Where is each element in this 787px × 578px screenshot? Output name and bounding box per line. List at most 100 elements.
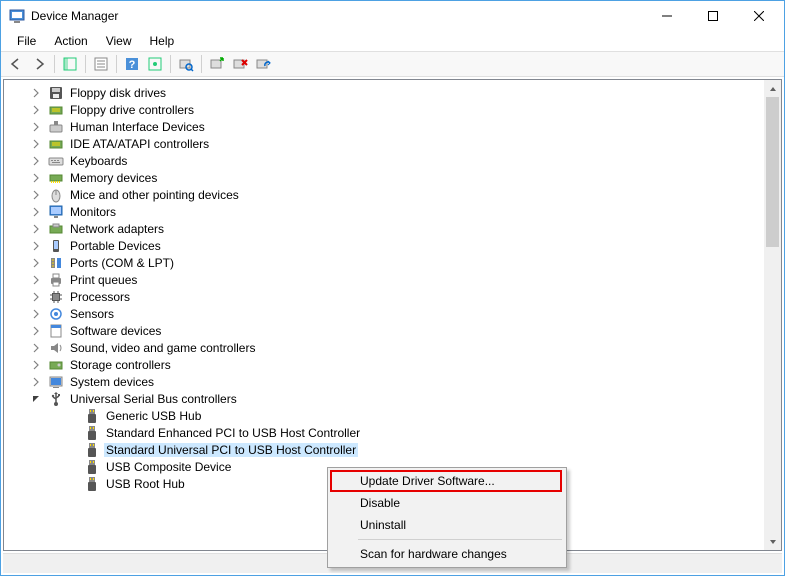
toolbar-separator: [116, 55, 117, 73]
toolbar-separator: [85, 55, 86, 73]
tree-category[interactable]: Sensors: [4, 305, 764, 322]
category-icon: [48, 374, 64, 390]
expand-icon[interactable]: [30, 325, 42, 337]
category-label: Keyboards: [68, 154, 129, 168]
tree-category[interactable]: Print queues: [4, 271, 764, 288]
ctx-update-driver[interactable]: Update Driver Software...: [330, 470, 564, 492]
ctx-separator: [358, 539, 562, 540]
menu-view[interactable]: View: [98, 32, 140, 50]
expand-icon[interactable]: [30, 206, 42, 218]
category-icon: [48, 255, 64, 271]
menu-action[interactable]: Action: [46, 32, 95, 50]
collapse-icon[interactable]: [30, 393, 42, 405]
tree-device[interactable]: Standard Universal PCI to USB Host Contr…: [4, 441, 764, 458]
tree-category[interactable]: Monitors: [4, 203, 764, 220]
properties-button[interactable]: [90, 53, 112, 75]
show-hide-button[interactable]: [59, 53, 81, 75]
usb-device-icon: [84, 425, 100, 441]
tree-device[interactable]: Generic USB Hub: [4, 407, 764, 424]
minimize-button[interactable]: [644, 1, 690, 31]
tree-category[interactable]: Processors: [4, 288, 764, 305]
tree-device[interactable]: Standard Enhanced PCI to USB Host Contro…: [4, 424, 764, 441]
expand-icon[interactable]: [30, 138, 42, 150]
window-controls: [644, 1, 782, 31]
category-icon: [48, 102, 64, 118]
expand-icon[interactable]: [30, 308, 42, 320]
expand-icon[interactable]: [30, 223, 42, 235]
scroll-thumb[interactable]: [766, 97, 779, 247]
expand-icon[interactable]: [30, 240, 42, 252]
expand-icon[interactable]: [30, 172, 42, 184]
svg-text:?: ?: [129, 59, 136, 71]
tree-category[interactable]: Floppy drive controllers: [4, 101, 764, 118]
category-icon: [48, 238, 64, 254]
tree-category[interactable]: Network adapters: [4, 220, 764, 237]
expand-icon[interactable]: [30, 274, 42, 286]
tree-category[interactable]: Universal Serial Bus controllers: [4, 390, 764, 407]
spacer: [66, 427, 78, 439]
vertical-scrollbar[interactable]: [764, 80, 781, 550]
tree-category[interactable]: Portable Devices: [4, 237, 764, 254]
tree-category[interactable]: Keyboards: [4, 152, 764, 169]
expand-icon[interactable]: [30, 359, 42, 371]
tree-category[interactable]: Mice and other pointing devices: [4, 186, 764, 203]
expand-icon[interactable]: [30, 257, 42, 269]
category-icon: [48, 272, 64, 288]
tree-category[interactable]: Software devices: [4, 322, 764, 339]
category-icon: [48, 391, 64, 407]
category-icon: [48, 136, 64, 152]
device-label: Standard Universal PCI to USB Host Contr…: [104, 443, 358, 457]
forward-button[interactable]: [28, 53, 50, 75]
update-driver-button[interactable]: [206, 53, 228, 75]
category-icon: [48, 340, 64, 356]
menu-file[interactable]: File: [9, 32, 44, 50]
disable-button[interactable]: [252, 53, 274, 75]
tree-category[interactable]: Storage controllers: [4, 356, 764, 373]
scroll-up-arrow[interactable]: [764, 80, 781, 97]
tree-category[interactable]: System devices: [4, 373, 764, 390]
category-label: Mice and other pointing devices: [68, 188, 241, 202]
category-label: Ports (COM & LPT): [68, 256, 176, 270]
scan-hardware-button[interactable]: [175, 53, 197, 75]
ctx-uninstall[interactable]: Uninstall: [330, 514, 564, 536]
maximize-button[interactable]: [690, 1, 736, 31]
expand-icon[interactable]: [30, 291, 42, 303]
category-label: Processors: [68, 290, 132, 304]
expand-icon[interactable]: [30, 87, 42, 99]
expand-icon[interactable]: [30, 376, 42, 388]
expand-icon[interactable]: [30, 342, 42, 354]
category-label: Storage controllers: [68, 358, 173, 372]
tree-category[interactable]: Memory devices: [4, 169, 764, 186]
category-label: Memory devices: [68, 171, 159, 185]
tree-category[interactable]: IDE ATA/ATAPI controllers: [4, 135, 764, 152]
category-label: Sound, video and game controllers: [68, 341, 257, 355]
expand-icon[interactable]: [30, 155, 42, 167]
scroll-down-arrow[interactable]: [764, 533, 781, 550]
action-button[interactable]: [144, 53, 166, 75]
context-menu: Update Driver Software... Disable Uninst…: [327, 467, 567, 568]
category-icon: [48, 187, 64, 203]
close-button[interactable]: [736, 1, 782, 31]
tree-category[interactable]: Ports (COM & LPT): [4, 254, 764, 271]
tree-category[interactable]: Human Interface Devices: [4, 118, 764, 135]
tree-category[interactable]: Floppy disk drives: [4, 84, 764, 101]
ctx-disable[interactable]: Disable: [330, 492, 564, 514]
help-button[interactable]: ?: [121, 53, 143, 75]
category-icon: [48, 306, 64, 322]
app-icon: [9, 8, 25, 24]
ctx-scan[interactable]: Scan for hardware changes: [330, 543, 564, 565]
category-icon: [48, 85, 64, 101]
expand-icon[interactable]: [30, 104, 42, 116]
device-label: USB Root Hub: [104, 477, 187, 491]
expand-icon[interactable]: [30, 189, 42, 201]
back-button[interactable]: [5, 53, 27, 75]
spacer: [66, 478, 78, 490]
tree-category[interactable]: Sound, video and game controllers: [4, 339, 764, 356]
uninstall-button[interactable]: [229, 53, 251, 75]
expand-icon[interactable]: [30, 121, 42, 133]
usb-device-icon: [84, 459, 100, 475]
category-label: Portable Devices: [68, 239, 163, 253]
toolbar-separator: [170, 55, 171, 73]
menu-help[interactable]: Help: [142, 32, 183, 50]
toolbar: ?: [1, 51, 784, 77]
